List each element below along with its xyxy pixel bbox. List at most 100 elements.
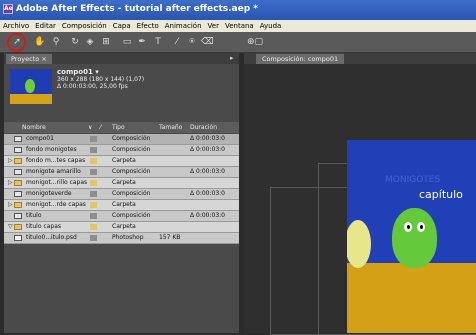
expand-triangle-icon[interactable]: ▷	[8, 200, 13, 210]
item-type: Composición	[112, 212, 151, 219]
list-item[interactable]: ▽ titulo capas Carpeta	[4, 222, 239, 233]
item-name: fondo monigotes	[26, 146, 77, 153]
item-name: titulo capas	[26, 223, 62, 230]
eraser-tool-icon[interactable]: ⌫	[201, 36, 214, 48]
ghost-title-text: MONIGOTES	[385, 175, 441, 185]
list-item[interactable]: titulo0...itulo.psd Photoshop 157 KB	[4, 233, 239, 244]
list-item[interactable]: ▷ fondo m...tes capas Carpeta	[4, 156, 239, 167]
green-character[interactable]	[392, 208, 437, 268]
item-name: monigote amarillo	[26, 168, 81, 175]
label-color-swatch[interactable]	[90, 224, 97, 230]
label-color-swatch[interactable]	[90, 158, 97, 164]
yellow-character[interactable]	[347, 220, 371, 268]
comp-icon	[14, 147, 22, 153]
composition-panel-tabs: Composición: compo01	[244, 53, 476, 64]
label-color-swatch[interactable]	[90, 169, 97, 175]
item-type: Carpeta	[112, 201, 136, 208]
project-search-row[interactable]	[4, 111, 239, 121]
menu-ventana[interactable]: Ventana	[222, 22, 257, 30]
column-duration[interactable]: Duración	[190, 124, 217, 131]
expand-triangle-icon[interactable]: ▷	[8, 156, 13, 166]
label-color-swatch[interactable]	[90, 180, 97, 186]
list-item[interactable]: titulo Composición Δ 0:00:03:0	[4, 211, 239, 222]
label-color-swatch[interactable]	[90, 147, 97, 153]
item-type: Composición	[112, 190, 151, 197]
panel-menu-icon[interactable]: ▸	[230, 54, 234, 62]
selection-tool-highlight	[7, 33, 26, 52]
list-item[interactable]: fondo monigotes Composición Δ 0:00:03:0	[4, 145, 239, 156]
item-name: titulo	[26, 212, 42, 219]
comp-icon	[14, 169, 22, 175]
comp-dimensions: 360 x 288 (180 x 144) (1,07)	[57, 76, 145, 83]
comp-duration: Δ 0:00:03:00, 25,00 fps	[57, 83, 128, 90]
column-type[interactable]: Tipo	[112, 124, 125, 131]
list-item[interactable]: monigoteverde Composición Δ 0:00:03:0	[4, 189, 239, 200]
pen-tool-icon[interactable]: ✒	[136, 36, 148, 48]
comp-name[interactable]: compo01 ▾	[57, 69, 144, 76]
label-column-icon[interactable]: ⁄	[100, 124, 101, 131]
project-panel-tabs: Proyecto × ▸	[4, 53, 239, 64]
label-color-swatch[interactable]	[90, 202, 97, 208]
menu-efecto[interactable]: Efecto	[134, 22, 162, 30]
eye-pupil	[407, 225, 410, 229]
expand-triangle-icon[interactable]: ▽	[8, 222, 13, 232]
folder-icon	[14, 158, 22, 164]
column-name[interactable]: Nombre	[22, 124, 46, 131]
menu-composicion[interactable]: Composición	[59, 22, 110, 30]
menu-capa[interactable]: Capa	[110, 22, 134, 30]
brush-tool-icon[interactable]: ⁄	[171, 36, 183, 48]
item-name: compo01	[26, 135, 54, 142]
rotate-tool-icon[interactable]: ↻	[69, 36, 81, 48]
project-panel: Proyecto × ▸ compo01 ▾ 360 x 288 (180 x …	[4, 53, 239, 333]
window-title: Adobe After Effects - tutorial after eff…	[16, 4, 259, 14]
item-name: monigoteverde	[26, 190, 72, 197]
comp-icon	[14, 213, 22, 219]
character-eye	[417, 222, 425, 232]
list-item[interactable]: monigote amarillo Composición Δ 0:00:03:0	[4, 167, 239, 178]
text-tool-icon[interactable]: T	[152, 36, 164, 48]
list-item[interactable]: compo01 Composición Δ 0:00:03:0	[4, 134, 239, 145]
label-color-swatch[interactable]	[90, 213, 97, 219]
tab-composition[interactable]: Composición: compo01	[256, 54, 345, 64]
label-color-swatch[interactable]	[90, 235, 97, 241]
item-duration: Δ 0:00:03:0	[190, 190, 225, 197]
clone-stamp-tool-icon[interactable]: ⍟	[186, 36, 198, 48]
tab-project[interactable]: Proyecto ×	[6, 54, 52, 64]
project-items-list: compo01 Composición Δ 0:00:03:0 fondo monig…	[4, 134, 239, 244]
menu-ver[interactable]: Ver	[205, 22, 222, 30]
comp-info: compo01 ▾ 360 x 288 (180 x 144) (1,07) Δ…	[57, 69, 145, 91]
expand-triangle-icon[interactable]: ▷	[8, 178, 13, 188]
item-duration: Δ 0:00:03:0	[190, 168, 225, 175]
item-type: Photoshop	[112, 234, 144, 241]
menu-animacion[interactable]: Animación	[162, 22, 205, 30]
thumbnail-character	[25, 79, 35, 93]
pan-behind-tool-icon[interactable]: ⊞	[100, 36, 112, 48]
viewer-ground	[347, 263, 476, 333]
item-type: Composición	[112, 146, 151, 153]
sort-chevron-icon[interactable]: ∨	[88, 124, 92, 131]
title-text-layer[interactable]: capítulo	[419, 188, 463, 201]
rectangle-mask-tool-icon[interactable]: ▭	[121, 36, 133, 48]
item-type: Carpeta	[112, 223, 136, 230]
item-duration: Δ 0:00:03:0	[190, 135, 225, 142]
hand-tool-icon[interactable]: ✋	[34, 36, 46, 48]
composition-viewer[interactable]: MONIGOTES capítulo	[347, 140, 476, 333]
column-size[interactable]: Tamaño	[159, 124, 182, 131]
label-color-swatch[interactable]	[90, 136, 97, 142]
list-item[interactable]: ▷ monigot...rde capas Carpeta	[4, 200, 239, 211]
folder-icon	[14, 224, 22, 230]
item-duration: Δ 0:00:03:0	[190, 146, 225, 153]
menu-archivo[interactable]: Archivo	[0, 22, 32, 30]
menu-ayuda[interactable]: Ayuda	[257, 22, 285, 30]
comp-icon	[14, 191, 22, 197]
zoom-tool-icon[interactable]: ⚲	[50, 36, 62, 48]
tools-toolbar: ➚ ✋ ⚲ ↻ ◈ ⊞ ▭ ✒ T ⁄ ⍟ ⌫ ⊕▢	[0, 32, 476, 53]
label-color-swatch[interactable]	[90, 191, 97, 197]
menu-editar[interactable]: Editar	[32, 22, 59, 30]
composition-panel: Composición: compo01 MONIGOTES capítulo	[244, 53, 476, 335]
camera-tool-icon[interactable]: ◈	[84, 36, 96, 48]
axis-mode-icon[interactable]: ⊕▢	[244, 36, 266, 48]
character-eye	[404, 222, 412, 232]
menu-bar: Archivo Editar Composición Capa Efecto A…	[0, 20, 476, 32]
list-item[interactable]: ▷ monigot...rillo capas Carpeta	[4, 178, 239, 189]
